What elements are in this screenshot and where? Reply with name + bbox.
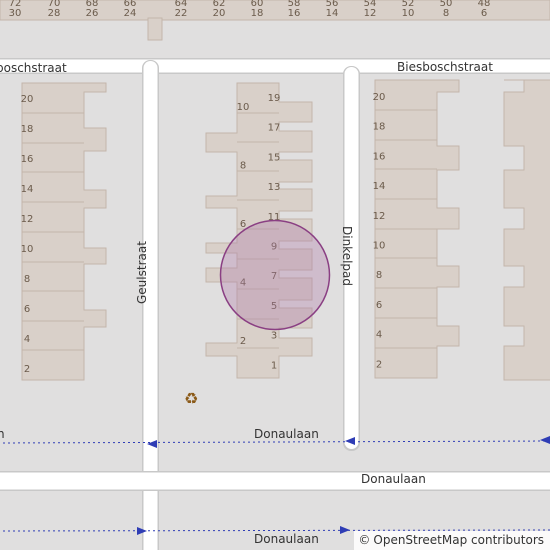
house-number: 12 (21, 214, 34, 225)
house-number: 14 (373, 181, 386, 192)
biesboschstraat-label-left: boschstraat (0, 61, 67, 75)
biesboschstraat-label-right: Biesboschstraat (397, 60, 493, 74)
house-number: 20 (213, 8, 226, 19)
house-number: 4 (24, 334, 30, 345)
house-number: 20 (21, 94, 34, 105)
house-number: 6 (24, 304, 30, 315)
house-number: 19 (268, 93, 281, 104)
house-number: 4 (376, 330, 382, 341)
attribution-text: OpenStreetMap contributors (373, 533, 544, 547)
house-number: 18 (21, 124, 34, 135)
donaulaan-road-label: Donaulaan (361, 472, 426, 486)
house-number: 14 (326, 8, 339, 19)
house-number: 2 (240, 336, 246, 347)
house-number: 18 (251, 8, 264, 19)
house-number: 16 (373, 151, 386, 162)
copyright-symbol: © (358, 533, 371, 547)
house-number: 8 (376, 270, 382, 281)
house-number: 14 (21, 184, 34, 195)
map-canvas[interactable]: 7230702868266624642262206018581656145412… (0, 0, 550, 550)
house-number: 2 (24, 364, 30, 375)
attribution[interactable]: © OpenStreetMap contributors (354, 531, 550, 550)
house-number: 10 (402, 8, 415, 19)
recycling-icon[interactable]: ♻ (184, 389, 198, 408)
house-number: 12 (373, 211, 386, 222)
house-number: 16 (288, 8, 301, 19)
donaulaan-path-label: Donaulaan (254, 427, 319, 441)
house-number: 20 (373, 92, 386, 103)
house-number: 6 (376, 300, 382, 311)
donaulaan-bottom-label: Donaulaan (254, 532, 319, 546)
house-number: 18 (373, 122, 386, 133)
house-number: 6 (240, 219, 246, 230)
house-number: 8 (443, 8, 449, 19)
donaulaan-path-label-left: n (0, 427, 5, 441)
house-number: 10 (237, 102, 250, 113)
house-number: 12 (364, 8, 377, 19)
house-number: 10 (21, 244, 34, 255)
location-marker-icon[interactable] (219, 219, 331, 331)
house-number: 3 (271, 331, 277, 342)
house-number: 2 (376, 359, 382, 370)
house-number: 16 (21, 154, 34, 165)
house-number: 8 (24, 274, 30, 285)
house-number: 6 (481, 8, 487, 19)
donaulaan-road[interactable] (0, 471, 550, 491)
house-number: 30 (9, 8, 22, 19)
house-number: 1 (271, 360, 277, 371)
house-number: 8 (240, 161, 246, 172)
house-number: 10 (373, 241, 386, 252)
house-number: 22 (175, 8, 188, 19)
house-number: 13 (268, 182, 281, 193)
house-number: 28 (48, 8, 61, 19)
geulstraat-label: Geulstraat (135, 241, 149, 304)
house-number: 26 (86, 8, 99, 19)
house-number: 17 (268, 123, 281, 134)
house-number: 24 (124, 8, 137, 19)
dinkelpad-label: Dinkelpad (340, 226, 354, 286)
house-number: 15 (268, 152, 281, 163)
